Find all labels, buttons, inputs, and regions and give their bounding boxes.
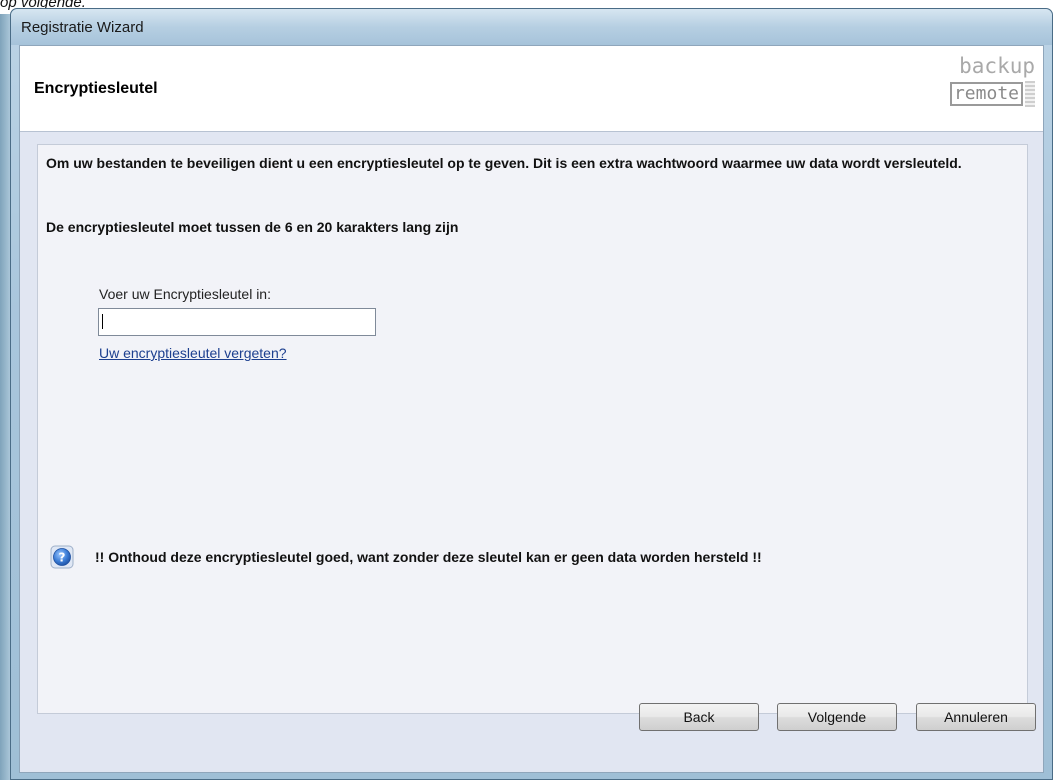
back-button[interactable]: Back <box>639 703 759 731</box>
logo-text-top: backup <box>959 54 1035 78</box>
window-title: Registratie Wizard <box>21 19 144 36</box>
warning-text: !! Onthoud deze encryptiesleutel goed, w… <box>95 549 762 565</box>
wizard-header: Encryptiesleutel backup remote <box>20 46 1043 132</box>
question-mark-icon: ? <box>50 545 74 569</box>
backup-remote-logo: backup remote <box>933 55 1035 115</box>
page-title: Encryptiesleutel <box>34 80 158 97</box>
cancel-button[interactable]: Annuleren <box>916 703 1036 731</box>
text-caret <box>102 314 103 329</box>
encryption-key-label: Voer uw Encryptiesleutel in: <box>99 286 271 302</box>
intro-paragraph: Om uw bestanden te beveiligen dient u ee… <box>46 155 962 171</box>
wizard-window: Registratie Wizard Encryptiesleutel back… <box>10 8 1053 780</box>
content-panel: Om uw bestanden te beveiligen dient u ee… <box>37 144 1028 714</box>
forgot-key-link[interactable]: Uw encryptiesleutel vergeten? <box>99 345 287 361</box>
background-window-edge <box>0 14 10 780</box>
logo-stripes <box>1025 81 1035 107</box>
length-requirement-text: De encryptiesleutel moet tussen de 6 en … <box>46 219 459 235</box>
svg-text:?: ? <box>59 551 66 565</box>
wizard-client-area: Encryptiesleutel backup remote Om uw bes… <box>19 45 1044 773</box>
encryption-key-input[interactable] <box>98 308 376 336</box>
next-button[interactable]: Volgende <box>777 703 897 731</box>
logo-text-bottom: remote <box>949 82 1023 106</box>
title-bar[interactable]: Registratie Wizard <box>11 9 1052 45</box>
